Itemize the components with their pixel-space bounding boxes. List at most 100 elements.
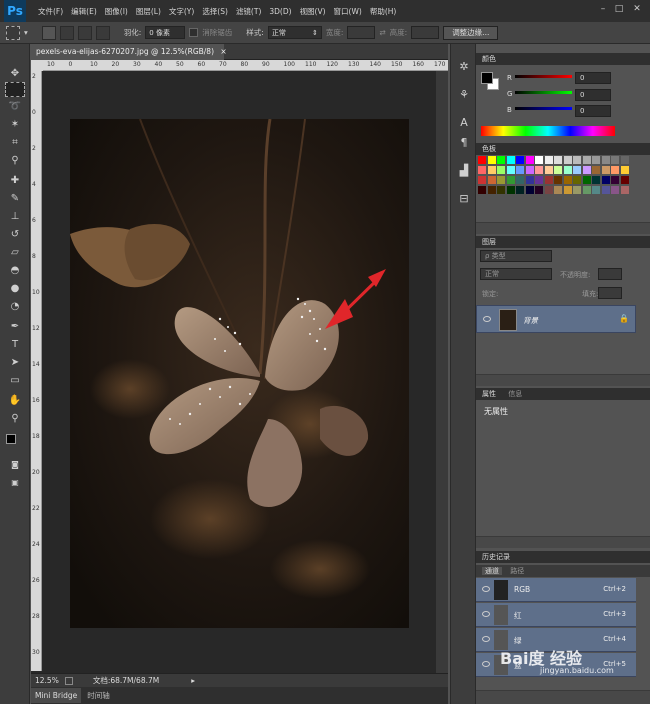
color-swatch[interactable] [573, 156, 581, 164]
color-swatch[interactable] [497, 176, 505, 184]
color-swatch[interactable] [535, 156, 543, 164]
add-selection-icon[interactable] [59, 25, 74, 40]
visibility-eye-icon[interactable] [482, 586, 490, 592]
visibility-eye-icon[interactable] [482, 611, 490, 617]
color-swatch[interactable] [535, 186, 543, 194]
info-tab[interactable]: 信息 [508, 390, 522, 398]
menu-view[interactable]: 视图(V) [296, 6, 330, 17]
color-swatch[interactable] [487, 186, 496, 194]
color-swatch[interactable] [582, 156, 591, 164]
color-swatch[interactable] [525, 186, 534, 194]
close-button[interactable]: ✕ [630, 3, 644, 15]
style-select[interactable]: 正常 ⇕ [267, 26, 322, 39]
color-swatch[interactable] [525, 166, 534, 174]
history-panel-header[interactable]: 历史记录 [476, 551, 650, 563]
color-spectrum[interactable] [481, 126, 615, 136]
tab-timeline[interactable]: 时间轴 [83, 688, 114, 703]
zoom-level[interactable]: 12.5% [35, 676, 59, 685]
tab-mini-bridge[interactable]: Mini Bridge [31, 688, 82, 703]
lasso-icon[interactable]: ➰ [5, 99, 25, 114]
color-swatch[interactable] [620, 166, 629, 174]
color-swatch[interactable] [563, 186, 572, 194]
color-swatch[interactable] [601, 166, 610, 174]
height-input[interactable] [411, 26, 440, 39]
color-swatch[interactable] [592, 156, 600, 164]
zoom-icon[interactable]: ⚲ [5, 411, 25, 426]
color-swatch[interactable] [582, 186, 591, 194]
chevron-down-icon[interactable]: ▾ [24, 28, 28, 37]
color-swatch[interactable] [497, 166, 505, 174]
color-swatch[interactable] [573, 166, 581, 174]
visibility-eye-icon[interactable] [482, 636, 490, 642]
color-swatch[interactable] [516, 176, 524, 184]
g-slider[interactable] [515, 91, 572, 94]
color-swatch[interactable] [611, 156, 619, 164]
color-swatch[interactable] [535, 166, 543, 174]
menu-help[interactable]: 帮助(H) [366, 6, 401, 17]
menu-window[interactable]: 窗口(W) [330, 6, 366, 17]
color-swatch[interactable] [497, 156, 505, 164]
tab-paths[interactable]: 路径 [510, 567, 524, 575]
g-value-input[interactable]: 0 [575, 89, 611, 101]
menu-file[interactable]: 文件(F) [34, 6, 67, 17]
brush-icon[interactable]: ✎ [5, 191, 25, 206]
eyedropper-icon[interactable]: ⚲ [5, 153, 25, 168]
swatches-grid[interactable] [478, 156, 638, 216]
layer-name[interactable]: 背景 [523, 315, 538, 326]
color-swatch[interactable] [554, 156, 562, 164]
clone-stamp-icon[interactable]: ⊥ [5, 209, 25, 224]
color-swatch[interactable] [601, 176, 610, 184]
color-swatch[interactable] [620, 186, 629, 194]
visibility-eye-icon[interactable] [483, 316, 491, 322]
hand-icon[interactable]: ✋ [5, 393, 25, 408]
color-swatch[interactable] [516, 156, 524, 164]
subtract-selection-icon[interactable] [77, 25, 92, 40]
color-swatch[interactable] [611, 176, 619, 184]
paragraph-icon[interactable]: ¶ [455, 136, 473, 152]
pen-icon[interactable]: ✒ [5, 319, 25, 334]
visibility-eye-icon[interactable] [482, 661, 490, 667]
color-swatch[interactable] [620, 176, 629, 184]
minimize-button[interactable]: – [596, 3, 610, 15]
layer-filter-select[interactable]: ρ 类型 [480, 250, 552, 262]
b-value-input[interactable]: 0 [575, 105, 611, 117]
menu-3d[interactable]: 3D(D) [265, 7, 295, 16]
color-swatch[interactable] [601, 156, 610, 164]
channels-panel-header[interactable]: 通道 路径 [476, 565, 650, 577]
color-swatch[interactable] [620, 156, 629, 164]
width-input[interactable] [347, 26, 376, 39]
layers-panel-header[interactable]: 图层 [476, 236, 650, 248]
navigator-icon[interactable]: ✲ [455, 60, 473, 76]
properties-panel-header[interactable]: 属性 信息 [476, 388, 650, 400]
menu-layer[interactable]: 图层(L) [132, 6, 165, 17]
r-slider[interactable] [515, 75, 572, 78]
character-icon[interactable]: A [455, 116, 473, 132]
color-swatch[interactable] [592, 176, 600, 184]
color-swatch[interactable] [525, 176, 534, 184]
color-swatch[interactable] [582, 166, 591, 174]
color-swatch[interactable] [592, 186, 600, 194]
eraser-icon[interactable]: ▱ [5, 245, 25, 260]
color-swatch[interactable] [478, 186, 486, 194]
color-swatch[interactable] [478, 156, 486, 164]
rectangle-shape-icon[interactable]: ▭ [5, 373, 25, 388]
color-swatch[interactable] [535, 176, 543, 184]
color-swatch[interactable] [611, 166, 619, 174]
menu-filter[interactable]: 滤镜(T) [232, 6, 265, 17]
color-swatch[interactable] [563, 156, 572, 164]
menu-edit[interactable]: 编辑(E) [67, 6, 101, 17]
screen-mode-icon[interactable]: ▣ [5, 475, 25, 490]
opacity-input[interactable] [598, 268, 622, 280]
history-brush-icon[interactable]: ↺ [5, 227, 25, 242]
color-swatch[interactable] [478, 176, 486, 184]
menu-image[interactable]: 图像(I) [101, 6, 132, 17]
color-swatch[interactable] [554, 176, 562, 184]
marquee-tool-preset-icon[interactable] [6, 25, 20, 40]
status-icon[interactable] [64, 676, 73, 685]
play-icon[interactable]: ▸ [191, 676, 195, 685]
color-swatch[interactable] [497, 186, 505, 194]
antialias-checkbox[interactable] [189, 28, 199, 37]
color-swatch[interactable] [506, 176, 515, 184]
color-swatch[interactable] [554, 166, 562, 174]
color-swatch[interactable] [554, 186, 562, 194]
